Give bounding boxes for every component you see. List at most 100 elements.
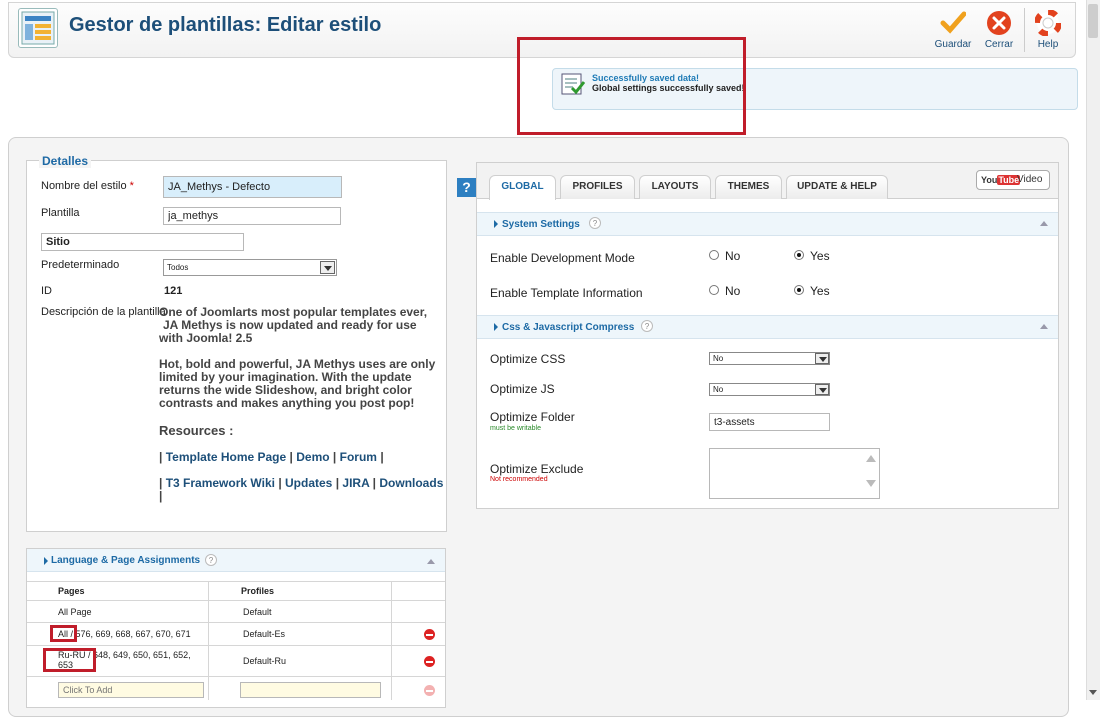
optimize-js-select[interactable]: No xyxy=(709,383,830,396)
tab-themes[interactable]: THEMES xyxy=(715,175,782,199)
pipe: | xyxy=(278,476,282,490)
help-label: Help xyxy=(1037,39,1059,50)
downloads-link[interactable]: Downloads xyxy=(379,476,443,490)
template-input[interactable] xyxy=(163,207,341,225)
help-icon[interactable]: ? xyxy=(457,178,476,197)
annotation-highlight-box xyxy=(43,648,96,672)
default-select[interactable]: Todos xyxy=(163,259,337,276)
language-assignments-title[interactable]: Language & Page Assignments xyxy=(51,555,200,566)
page-title: Gestor de plantillas: Editar estilo xyxy=(69,14,382,36)
radio-label-yes: Yes xyxy=(810,249,830,263)
annotation-highlight-box xyxy=(517,37,746,135)
forum-link[interactable]: Forum xyxy=(340,450,377,464)
table-row-profile[interactable]: Default-Ru xyxy=(243,656,286,666)
dev-mode-no-radio[interactable] xyxy=(709,250,719,260)
optimize-css-label: Optimize CSS xyxy=(490,352,566,366)
default-label: Predeterminado xyxy=(41,259,120,271)
table-row-page[interactable]: All / 576, 669, 668, 667, 670, 671 xyxy=(58,629,191,639)
pipe: | xyxy=(159,476,163,490)
chevron-down-glyph xyxy=(324,266,332,271)
checkmark-icon xyxy=(940,10,967,36)
help-icon[interactable]: ? xyxy=(641,320,653,332)
table-divider xyxy=(391,581,392,700)
remove-row-icon[interactable] xyxy=(424,656,435,667)
optimize-css-select[interactable]: No xyxy=(709,352,830,365)
collapse-arrow-icon[interactable] xyxy=(1040,221,1048,226)
column-header-pages: Pages xyxy=(58,586,85,596)
youtube-logo-you: You xyxy=(981,175,998,185)
jira-link[interactable]: JIRA xyxy=(342,476,369,490)
template-info-yes-radio[interactable] xyxy=(794,285,804,295)
remove-row-icon xyxy=(424,685,435,696)
expand-arrow-icon xyxy=(494,323,498,331)
style-name-label: Nombre del estilo * xyxy=(41,180,134,192)
add-profile-input[interactable] xyxy=(240,682,381,698)
optimize-folder-note: must be writable xyxy=(490,425,541,432)
video-button[interactable]: YouTube Video xyxy=(976,170,1050,190)
table-divider xyxy=(27,645,445,646)
video-label: Video xyxy=(1017,174,1043,185)
annotation-highlight-box xyxy=(50,625,77,642)
help-button[interactable]: Help xyxy=(1025,4,1071,54)
optimize-folder-label: Optimize Folder xyxy=(490,410,575,424)
style-name-label-text: Nombre del estilo xyxy=(41,180,127,192)
description-text: One of Joomlarts most popular templates … xyxy=(159,306,435,410)
optimize-css-value: No xyxy=(713,354,724,363)
default-select-value: Todos xyxy=(167,263,189,272)
remove-row-icon[interactable] xyxy=(424,629,435,640)
optimize-js-label: Optimize JS xyxy=(490,382,555,396)
t3-wiki-link[interactable]: T3 Framework Wiki xyxy=(166,476,275,490)
collapse-arrow-icon[interactable] xyxy=(427,559,435,564)
help-icon[interactable]: ? xyxy=(589,217,601,229)
table-row-profile[interactable]: Default-Es xyxy=(243,629,285,639)
pipe: | xyxy=(289,450,293,464)
description-label: Descripción de la plantilla xyxy=(41,306,166,318)
tab-update-help[interactable]: UPDATE & HELP xyxy=(786,175,888,199)
style-name-input[interactable] xyxy=(163,176,342,198)
demo-link[interactable]: Demo xyxy=(296,450,329,464)
chevron-down-glyph xyxy=(819,388,827,393)
css-js-compress-title[interactable]: Css & Javascript Compress xyxy=(502,322,634,333)
chevron-down-glyph xyxy=(819,357,827,362)
required-marker: * xyxy=(129,180,134,192)
radio-label-no: No xyxy=(725,284,741,298)
youtube-logo-icon: YouTube xyxy=(981,175,1021,185)
table-divider xyxy=(27,600,445,601)
column-header-profiles: Profiles xyxy=(241,586,275,596)
table-row-profile[interactable]: Default xyxy=(243,607,272,617)
scroll-down-arrow-icon[interactable] xyxy=(1089,690,1097,695)
updates-link[interactable]: Updates xyxy=(285,476,332,490)
scrollbar-thumb[interactable] xyxy=(1088,4,1098,38)
collapse-arrow-icon[interactable] xyxy=(1040,324,1048,329)
scroll-down-icon[interactable] xyxy=(866,480,876,487)
save-button[interactable]: Guardar xyxy=(930,4,976,54)
optimize-exclude-textarea[interactable] xyxy=(709,448,880,499)
help-icon[interactable]: ? xyxy=(205,554,217,566)
page-scrollbar[interactable] xyxy=(1086,0,1100,700)
tab-profiles[interactable]: PROFILES xyxy=(560,175,635,199)
template-info-no-radio[interactable] xyxy=(709,285,719,295)
pipe: | xyxy=(159,450,163,464)
id-label: ID xyxy=(41,285,52,297)
add-page-input[interactable] xyxy=(58,682,204,698)
close-button[interactable]: Cerrar xyxy=(976,4,1022,54)
template-info-label: Enable Template Information xyxy=(490,286,643,300)
close-icon xyxy=(986,10,1012,36)
tab-global[interactable]: GLOBAL xyxy=(489,175,556,200)
optimize-js-value: No xyxy=(713,385,724,394)
system-settings-title[interactable]: System Settings xyxy=(502,219,580,230)
pipe: | xyxy=(159,489,163,503)
desc-line: contrasts and makes anything you post po… xyxy=(159,396,415,410)
dev-mode-yes-radio[interactable] xyxy=(794,250,804,260)
template-home-link[interactable]: Template Home Page xyxy=(166,450,286,464)
tab-layouts[interactable]: LAYOUTS xyxy=(639,175,711,199)
table-row-page[interactable]: All Page xyxy=(58,607,92,617)
site-field[interactable] xyxy=(41,233,244,251)
pipe: | xyxy=(335,476,340,490)
optimize-folder-input[interactable] xyxy=(709,413,830,431)
id-value: 121 xyxy=(164,285,183,297)
chevron-down-icon xyxy=(320,261,335,274)
scroll-up-icon[interactable] xyxy=(866,455,876,462)
pipe: | xyxy=(372,476,377,490)
save-label: Guardar xyxy=(934,39,972,50)
